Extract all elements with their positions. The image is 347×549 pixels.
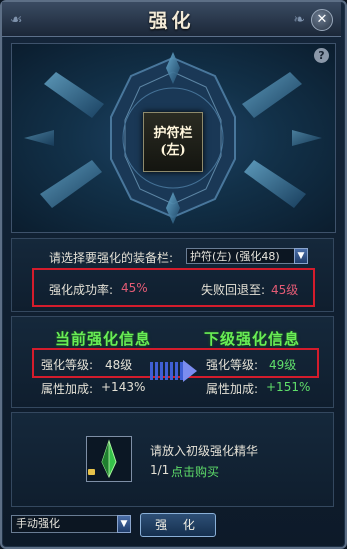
lock-icon [88,469,95,475]
current-level-value: 48级 [105,358,133,372]
essence-crystal-icon [101,439,117,479]
equipment-slot[interactable]: 护符栏 (左) [143,112,203,172]
title-bar: ☙ 强化 ❧ ✕ [2,2,341,37]
arrow-right-icon [150,362,184,380]
arrow-head-icon [183,360,197,382]
current-level-label: 强化等级: [41,358,94,372]
close-button[interactable]: ✕ [311,9,333,31]
current-bonus-label: 属性加成: [41,382,94,396]
material-panel [11,412,334,507]
next-level-label: 强化等级: [206,358,259,372]
mode-select[interactable]: 手动强化 [11,515,120,533]
equip-slot-select[interactable]: 护符(左) (强化48) [186,248,303,264]
ornament-icon: ❧ [293,12,305,28]
next-bonus-value: +151% [266,380,311,394]
slot-label: 护符栏 [153,126,193,141]
equipment-preview: ? 护符栏 (左) [11,43,336,233]
fail-fallback-value: 45级 [271,283,299,297]
current-info-title: 当前强化信息 [55,330,152,348]
help-button[interactable]: ? [314,48,329,63]
success-rate-label: 强化成功率: [49,283,114,297]
material-slot[interactable] [86,436,132,482]
material-count: 1/1 [150,463,170,477]
next-level-value: 49级 [269,358,297,372]
current-bonus-value: +143% [101,380,146,394]
window-title: 强化 [148,10,195,32]
success-rate-value: 45% [121,281,148,295]
fail-fallback-label: 失败回退至: [201,283,266,297]
material-prompt: 请放入初级强化精华 [150,444,259,458]
strengthen-button[interactable]: 强 化 [140,513,216,537]
next-info-title: 下级强化信息 [204,330,301,348]
buy-link[interactable]: 点击购买 [171,463,219,480]
equip-slot-prompt: 请选择要强化的装备栏: [49,251,174,265]
slot-label-side: (左) [160,143,186,158]
next-bonus-label: 属性加成: [206,382,259,396]
chevron-down-icon[interactable]: ▼ [294,248,308,264]
chevron-down-icon[interactable]: ▼ [117,515,131,533]
